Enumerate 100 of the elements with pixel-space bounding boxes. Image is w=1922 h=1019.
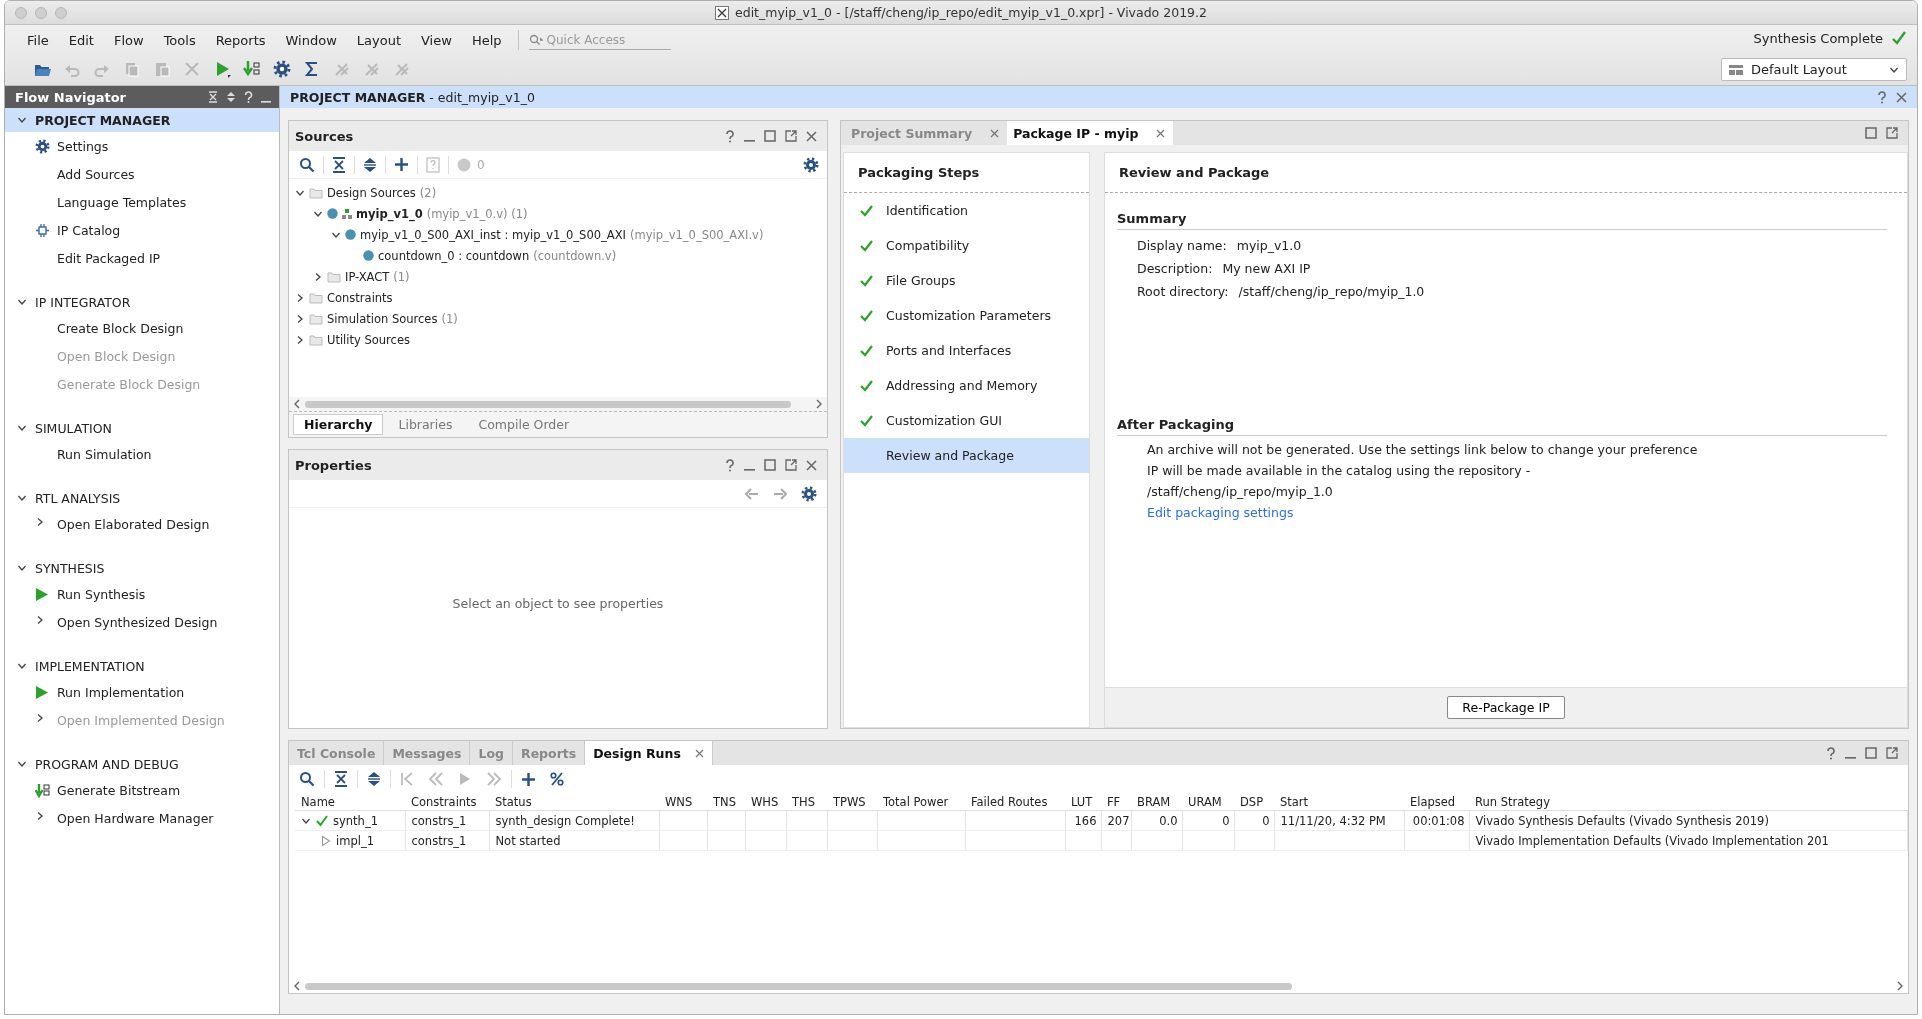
bitstream-icon[interactable] — [243, 60, 261, 78]
column-header[interactable]: WNS — [659, 793, 707, 811]
maximize-icon[interactable] — [764, 130, 776, 142]
layout-dropdown[interactable]: Default Layout — [1721, 58, 1907, 81]
nav-item[interactable]: Open Hardware Manager — [5, 804, 279, 832]
nav-item[interactable]: Open Elaborated Design — [5, 510, 279, 538]
nav-section-header[interactable]: RTL ANALYSIS — [5, 486, 279, 510]
menu-item[interactable]: Reports — [205, 30, 276, 50]
tree-item[interactable]: myip_v1_0 (myip_v1_0.v) (1) — [356, 206, 528, 221]
nav-section-header[interactable]: SIMULATION — [5, 416, 279, 440]
step-item[interactable]: Compatibility — [844, 228, 1089, 263]
float-icon[interactable] — [785, 130, 797, 142]
collapse-all-icon[interactable] — [334, 771, 348, 787]
step-item[interactable]: Ports and Interfaces — [844, 333, 1089, 368]
run-name[interactable]: impl_1 — [336, 833, 374, 848]
column-header[interactable]: Constraints — [405, 793, 489, 811]
column-header[interactable]: WHS — [745, 793, 786, 811]
column-header[interactable]: TPWS — [827, 793, 877, 811]
close-icon[interactable] — [806, 130, 817, 142]
nav-item[interactable]: Run Implementation — [5, 678, 279, 706]
tree-expander-icon[interactable] — [295, 313, 305, 324]
maximize-icon[interactable] — [1865, 127, 1877, 139]
add-icon[interactable] — [521, 771, 536, 787]
add-icon[interactable] — [394, 157, 409, 172]
column-header[interactable]: Status — [489, 793, 659, 811]
bitstream-icon[interactable] — [35, 783, 50, 798]
step-item[interactable]: Customization GUI — [844, 403, 1089, 438]
nav-section-header[interactable]: IP INTEGRATOR — [5, 290, 279, 314]
nav-item[interactable]: Run Simulation — [5, 440, 279, 468]
menu-item[interactable]: Flow — [103, 30, 154, 50]
tree-item[interactable]: myip_v1_0_S00_AXI_inst : myip_v1_0_S00_AXI (myip_v1_0_S00_AXI.v) — [360, 227, 764, 242]
help-icon[interactable] — [1877, 90, 1887, 104]
nav-section-header[interactable]: IMPLEMENTATION — [5, 654, 279, 678]
step-item[interactable]: Customization Parameters — [844, 298, 1089, 333]
column-header[interactable]: FF — [1101, 793, 1131, 811]
scroll-right-icon[interactable] — [1896, 981, 1904, 991]
nav-item[interactable]: Add Sources — [5, 160, 279, 188]
column-header[interactable]: DSP — [1234, 793, 1274, 811]
settings-icon[interactable] — [273, 60, 291, 78]
tree-item[interactable]: Utility Sources — [327, 332, 410, 347]
column-header[interactable]: BRAM — [1131, 793, 1182, 811]
close-icon[interactable] — [806, 459, 817, 471]
quick-access-field[interactable]: Quick Access — [528, 30, 671, 50]
close-icon[interactable] — [1156, 128, 1166, 138]
float-icon[interactable] — [785, 459, 797, 471]
float-icon[interactable] — [1886, 747, 1898, 759]
tree-item[interactable]: Simulation Sources (1) — [327, 311, 458, 326]
settings-icon[interactable] — [35, 139, 50, 154]
column-header[interactable]: Start — [1274, 793, 1404, 811]
nav-item[interactable]: Edit Packaged IP — [5, 244, 279, 272]
expand-all-icon[interactable] — [367, 771, 381, 787]
nav-item[interactable]: Create Block Design — [5, 314, 279, 342]
help-icon[interactable] — [725, 129, 735, 143]
step-item[interactable]: Identification — [844, 193, 1089, 228]
chevron-down-icon[interactable] — [17, 493, 27, 503]
nav-section-header[interactable]: SYNTHESIS — [5, 556, 279, 580]
column-header[interactable]: Total Power — [877, 793, 965, 811]
help-icon[interactable] — [244, 91, 253, 103]
tree-item[interactable]: countdown_0 : countdown (countdown.v) — [378, 248, 617, 263]
nav-item[interactable]: IP Catalog — [5, 216, 279, 244]
maximize-icon[interactable] — [1865, 747, 1877, 759]
tab[interactable]: Compile Order — [467, 414, 581, 435]
menu-item[interactable]: Edit — [58, 30, 104, 50]
search-icon[interactable] — [299, 156, 315, 173]
play-icon[interactable] — [35, 685, 49, 700]
collapse-all-icon[interactable] — [332, 156, 346, 173]
column-header[interactable]: Failed Routes — [965, 793, 1065, 811]
help-icon[interactable] — [725, 458, 735, 472]
tab[interactable]: Hierarchy — [293, 414, 384, 435]
menu-item[interactable]: View — [411, 30, 462, 50]
nav-item[interactable]: Run Synthesis — [5, 580, 279, 608]
tree-expander-icon[interactable] — [313, 271, 323, 282]
float-icon[interactable] — [1886, 127, 1898, 139]
scroll-left-icon[interactable] — [293, 399, 301, 409]
nav-section-header[interactable]: PROGRAM AND DEBUG — [5, 752, 279, 776]
tab[interactable]: Design Runs — [585, 741, 713, 765]
chevron-down-icon[interactable] — [17, 661, 27, 671]
help-icon[interactable] — [1826, 746, 1836, 760]
tree-expander-icon[interactable] — [295, 334, 305, 345]
column-header[interactable]: TNS — [707, 793, 745, 811]
column-header[interactable]: Name — [295, 793, 405, 811]
column-header[interactable]: Run Strategy — [1469, 793, 1908, 811]
nav-item[interactable]: Generate Bitstream — [5, 776, 279, 804]
column-header[interactable]: Elapsed — [1404, 793, 1469, 811]
run-name[interactable]: synth_1 — [333, 813, 378, 828]
close-icon[interactable] — [694, 748, 704, 758]
search-icon[interactable] — [299, 771, 315, 787]
scroll-left-icon[interactable] — [293, 981, 301, 991]
nav-section-header[interactable]: PROJECT MANAGER — [5, 108, 279, 132]
settings-link[interactable]: Edit packaging settings — [1147, 505, 1294, 520]
step-item[interactable]: Addressing and Memory — [844, 368, 1089, 403]
step-item[interactable]: Review and Package — [844, 438, 1089, 473]
menu-item[interactable]: Tools — [153, 30, 206, 50]
tree-item[interactable]: Constraints — [327, 290, 393, 305]
nav-item[interactable]: Open Synthesized Design — [5, 608, 279, 636]
menu-item[interactable]: Help — [461, 30, 512, 50]
column-header[interactable]: THS — [786, 793, 827, 811]
expand-all-icon[interactable] — [226, 91, 236, 103]
settings-icon[interactable] — [803, 156, 819, 173]
column-header[interactable]: LUT — [1065, 793, 1101, 811]
